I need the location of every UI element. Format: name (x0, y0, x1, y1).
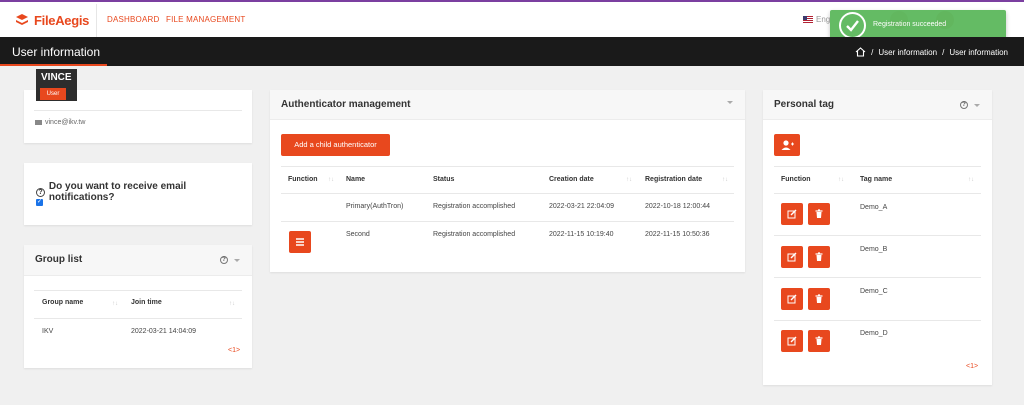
auth-status-cell: Registration accomplished (433, 231, 516, 238)
col-registration-date[interactable]: Registration date (645, 176, 702, 183)
col-tag-name[interactable]: Tag name (860, 176, 892, 183)
trash-icon (815, 209, 823, 218)
personal-tag-title: Personal tag (774, 99, 835, 110)
trash-icon (815, 336, 823, 345)
auth-name-cell: Second (346, 231, 370, 238)
edit-icon (787, 336, 797, 346)
user-email: vince@ikv.tw (35, 119, 85, 126)
divider (96, 4, 97, 37)
fileaegis-logo-icon (16, 14, 28, 25)
sort-icon[interactable]: ↑↓ (229, 301, 235, 307)
authenticator-management-card: Authenticator management Add a child aut… (270, 90, 745, 272)
toast-message: Registration succeeded (873, 21, 947, 28)
check-circle-icon (839, 12, 866, 39)
col-name[interactable]: Name (346, 176, 365, 183)
auth-name-cell: Primary(AuthTron) (346, 203, 404, 210)
sort-icon[interactable]: ↑↓ (722, 177, 728, 183)
col-status[interactable]: Status (433, 176, 454, 183)
auth-status-cell: Registration accomplished (433, 203, 516, 210)
envelope-icon (35, 120, 42, 125)
col-function[interactable]: Function (288, 176, 318, 183)
tag-name-cell: Demo_D (860, 330, 888, 337)
sort-icon[interactable]: ↑↓ (328, 177, 334, 183)
language-label: Eng (816, 15, 831, 24)
title-underline (0, 64, 107, 66)
pagination[interactable]: <1> (228, 347, 240, 354)
pagination[interactable]: <1> (966, 363, 978, 370)
col-function[interactable]: Function (781, 176, 811, 183)
notification-settings-card: ? Do you want to receive email notificat… (24, 163, 252, 225)
group-name-cell: IKV (42, 328, 54, 335)
auth-registered-cell: 2022-11-15 10:50:36 (645, 231, 710, 238)
auth-created-cell: 2022-11-15 10:19:40 (549, 231, 614, 238)
nav-dashboard[interactable]: DASHBOARD (107, 15, 159, 24)
trash-icon (815, 294, 823, 303)
user-name: VINCE (41, 72, 72, 83)
authenticator-menu-button[interactable] (289, 231, 311, 253)
tag-name-cell: Demo_A (860, 204, 888, 211)
sort-icon[interactable]: ↑↓ (112, 301, 118, 307)
edit-tag-button[interactable] (781, 288, 803, 310)
join-time-cell: 2022-03-21 14:04:09 (131, 328, 196, 335)
page-title: User information (12, 45, 101, 59)
help-icon[interactable]: ? (220, 256, 228, 264)
col-creation-date[interactable]: Creation date (549, 176, 594, 183)
email-notification-question: ? Do you want to receive email notificat… (36, 181, 252, 203)
auth-created-cell: 2022-03-21 22:04:09 (549, 203, 614, 210)
sort-icon[interactable]: ↑↓ (626, 177, 632, 183)
us-flag-icon (803, 16, 813, 23)
brand-name: FileAegis (34, 12, 90, 28)
breadcrumb-item[interactable]: User information (878, 48, 937, 57)
add-child-authenticator-button[interactable]: Add a child authenticator (281, 134, 390, 156)
delete-tag-button[interactable] (808, 246, 830, 268)
col-group-name[interactable]: Group name (42, 299, 83, 306)
tag-name-cell: Demo_B (860, 246, 888, 253)
add-tag-button[interactable] (774, 134, 800, 156)
email-notification-checkbox[interactable]: ✓ (36, 199, 43, 206)
edit-tag-button[interactable] (781, 246, 803, 268)
sort-icon[interactable]: ↑↓ (968, 177, 974, 183)
nav-file-management[interactable]: FILE MANAGEMENT (166, 15, 245, 24)
edit-tag-button[interactable] (781, 203, 803, 225)
brand-logo[interactable]: FileAegis (14, 12, 89, 28)
personal-tag-card: Personal tag ? Function ↑↓ Tag name ↑↓ D… (763, 90, 992, 385)
group-list-title: Group list (35, 254, 83, 265)
authenticator-title: Authenticator management (281, 99, 411, 110)
home-icon[interactable] (855, 47, 866, 57)
edit-icon (787, 209, 797, 219)
edit-icon (787, 294, 797, 304)
delete-tag-button[interactable] (808, 330, 830, 352)
auth-registered-cell: 2022-10-18 12:00:44 (645, 203, 710, 210)
tag-name-cell: Demo_C (860, 288, 888, 295)
col-join-time[interactable]: Join time (131, 299, 162, 306)
edit-icon (787, 252, 797, 262)
user-plus-icon (781, 140, 794, 150)
breadcrumb: / User information / User information (855, 47, 1008, 57)
breadcrumb-item-current: User information (949, 47, 1008, 57)
delete-tag-button[interactable] (808, 203, 830, 225)
hamburger-icon (296, 238, 304, 246)
sort-icon[interactable]: ↑↓ (838, 177, 844, 183)
collapse-caret-icon[interactable] (974, 103, 980, 107)
user-badge: VINCE User (36, 69, 77, 101)
trash-icon (815, 252, 823, 261)
question-circle-icon: ? (36, 187, 45, 197)
help-icon[interactable]: ? (960, 101, 968, 109)
delete-tag-button[interactable] (808, 288, 830, 310)
language-selector[interactable]: Eng (803, 15, 830, 24)
edit-tag-button[interactable] (781, 330, 803, 352)
page-header: User information / User information / Us… (0, 37, 1024, 66)
user-role-badge: User (40, 88, 66, 100)
group-list-card: Group list ? Group name ↑↓ Join time ↑↓ … (24, 245, 252, 368)
collapse-caret-icon[interactable] (727, 101, 733, 104)
collapse-caret-icon[interactable] (234, 258, 240, 262)
